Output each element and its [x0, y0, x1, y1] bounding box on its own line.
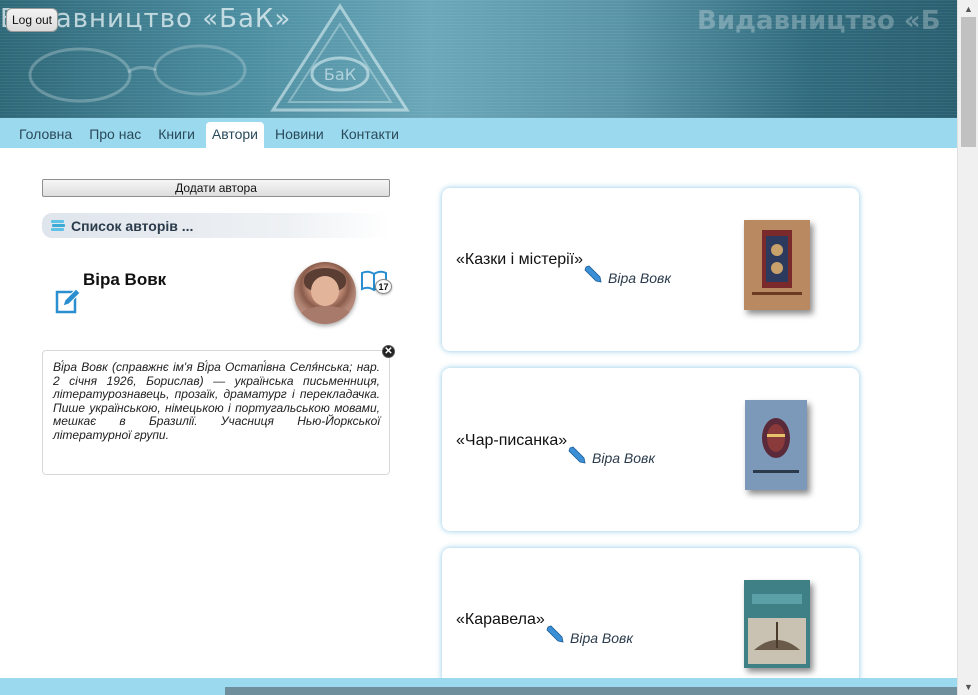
author-bio: Ві́ра Вовк (справжнє ім'я Ві́ра Остапі́в…	[42, 350, 390, 475]
pencil-icon	[568, 446, 586, 464]
book-title[interactable]: «Каравела»	[456, 611, 545, 629]
header-banner: Видавництво «БаК» БаК Видавництво «Б	[0, 0, 957, 118]
glasses-decoration	[28, 44, 247, 103]
author-avatar	[294, 262, 356, 324]
scroll-down-arrow-icon[interactable]: ▼	[958, 678, 978, 695]
close-icon[interactable]: ✕	[382, 345, 395, 358]
book-count-badge: 17	[375, 279, 392, 294]
scroll-thumb[interactable]	[961, 17, 976, 147]
pencil-icon	[584, 265, 602, 283]
authors-list-header[interactable]: Список авторів ...	[42, 213, 390, 238]
nav-contacts[interactable]: Контакти	[335, 122, 405, 148]
book-card[interactable]: «Каравела» Віра Вовк	[442, 548, 859, 695]
book-cover-image[interactable]	[745, 400, 807, 490]
book-title[interactable]: «Чар-писанка»	[456, 432, 567, 450]
logout-button[interactable]: Log out	[6, 8, 58, 32]
book-cover-image[interactable]	[744, 580, 810, 668]
nav-about[interactable]: Про нас	[83, 122, 147, 148]
book-title[interactable]: «Казки і містерії»	[456, 251, 583, 269]
add-author-button[interactable]: Додати автора	[42, 179, 390, 197]
book-card[interactable]: «Чар-писанка» Віра Вовк	[442, 368, 859, 531]
nav-home[interactable]: Головна	[13, 122, 78, 148]
book-card[interactable]: «Казки і містерії» Віра Вовк	[442, 188, 859, 351]
book-author[interactable]: Віра Вовк	[608, 270, 671, 286]
site-title-watermark: Видавництво «Б	[697, 6, 941, 36]
scroll-up-arrow-icon[interactable]: ▲	[958, 0, 978, 17]
books-stack-icon	[51, 219, 65, 231]
book-author[interactable]: Віра Вовк	[570, 630, 633, 646]
authors-list-label: Список авторів ...	[71, 217, 194, 234]
edit-icon[interactable]	[55, 286, 81, 314]
main-nav: Головна Про нас Книги Автори Новини Конт…	[0, 118, 957, 148]
book-cover-image[interactable]	[744, 220, 810, 310]
author-bio-text: Ві́ра Вовк (справжнє ім'я Ві́ра Остапі́в…	[53, 360, 380, 442]
footer-bar	[0, 678, 957, 695]
nav-books[interactable]: Книги	[152, 122, 201, 148]
author-name: Віра Вовк	[83, 270, 167, 289]
book-author[interactable]: Віра Вовк	[592, 450, 655, 466]
svg-text:БаК: БаК	[324, 65, 357, 84]
nav-authors[interactable]: Автори	[205, 122, 265, 148]
pencil-icon	[546, 625, 564, 643]
bak-logo-icon: БаК	[270, 3, 410, 112]
nav-news[interactable]: Новини	[269, 122, 330, 148]
page-scrollbar[interactable]: ▲ ▼	[957, 0, 978, 695]
